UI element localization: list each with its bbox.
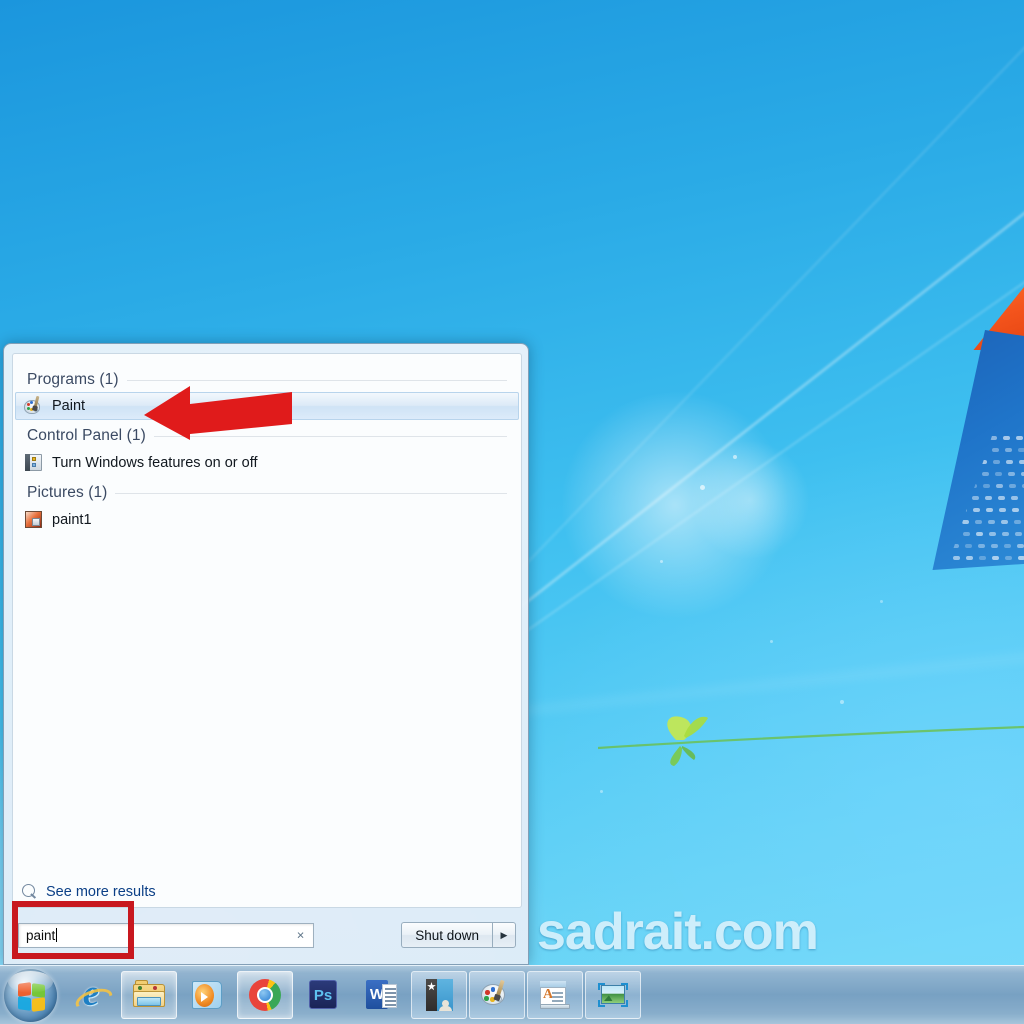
taskbar-item-windows-explorer[interactable]: [121, 971, 177, 1019]
search-icon: [22, 884, 38, 900]
annotation-rectangle: [12, 901, 134, 959]
sparkle: [880, 600, 883, 603]
group-header-label: Pictures (1): [27, 484, 107, 502]
folder-icon: [132, 978, 166, 1012]
sparkle: [770, 640, 773, 643]
taskbar-item-photo-viewer[interactable]: [585, 971, 641, 1019]
group-separator: [127, 380, 507, 381]
media-player-icon: [190, 978, 224, 1012]
wallpaper-plant-sprig: [598, 700, 1024, 770]
sparkle: [600, 790, 603, 793]
taskbar-item-media-player[interactable]: [179, 971, 235, 1019]
taskbar-item-contacts[interactable]: [411, 971, 467, 1019]
sparkle: [733, 455, 737, 459]
result-item-paint1[interactable]: paint1: [16, 506, 518, 533]
paint-icon: [480, 978, 514, 1012]
shutdown-button[interactable]: Shut down: [401, 922, 492, 948]
shutdown-split-button: Shut down ▶: [401, 922, 516, 948]
annotation-arrow-icon: [142, 384, 294, 442]
result-group-header-pictures: Pictures (1): [13, 477, 521, 505]
taskbar-item-word[interactable]: W: [353, 971, 409, 1019]
taskbar-item-photoshop[interactable]: Ps: [295, 971, 351, 1019]
group-header-label: Programs (1): [27, 371, 119, 389]
result-item-label: Turn Windows features on or off: [52, 455, 258, 471]
site-watermark: sadrait.com: [537, 902, 818, 962]
lens-glow: [560, 390, 790, 620]
chevron-right-icon[interactable]: ▶: [492, 922, 516, 948]
see-more-results-label: See more results: [46, 884, 156, 900]
photo-viewer-icon: [596, 978, 630, 1012]
paint-palette-icon: [24, 397, 43, 416]
lens-glow: [690, 440, 810, 560]
group-separator: [115, 493, 507, 494]
start-button[interactable]: [4, 969, 57, 1022]
close-icon[interactable]: ×: [294, 929, 307, 942]
sparkle: [660, 560, 663, 563]
taskbar: Ps W A: [0, 965, 1024, 1024]
chrome-icon: [248, 978, 282, 1012]
word-icon: W: [364, 978, 398, 1012]
fonts-icon: A: [538, 978, 572, 1012]
result-item-label: Paint: [52, 398, 85, 414]
sparkle: [700, 485, 705, 490]
taskbar-item-chrome[interactable]: [237, 971, 293, 1019]
picture-thumbnail-icon: [24, 510, 43, 529]
photoshop-icon: Ps: [306, 978, 340, 1012]
windows-features-icon: [24, 453, 43, 472]
search-results-list: Programs (1) Paint Control Panel (1) Tur…: [13, 354, 521, 533]
internet-explorer-icon: [74, 978, 108, 1012]
light-ray: [467, 0, 1024, 625]
result-item-label: paint1: [52, 512, 92, 528]
people-icon: [422, 978, 456, 1012]
result-item-windows-features[interactable]: Turn Windows features on or off: [16, 449, 518, 476]
group-header-label: Control Panel (1): [27, 427, 146, 445]
taskbar-item-fonts[interactable]: A: [527, 971, 583, 1019]
taskbar-item-internet-explorer[interactable]: [63, 971, 119, 1019]
taskbar-item-paint[interactable]: [469, 971, 525, 1019]
